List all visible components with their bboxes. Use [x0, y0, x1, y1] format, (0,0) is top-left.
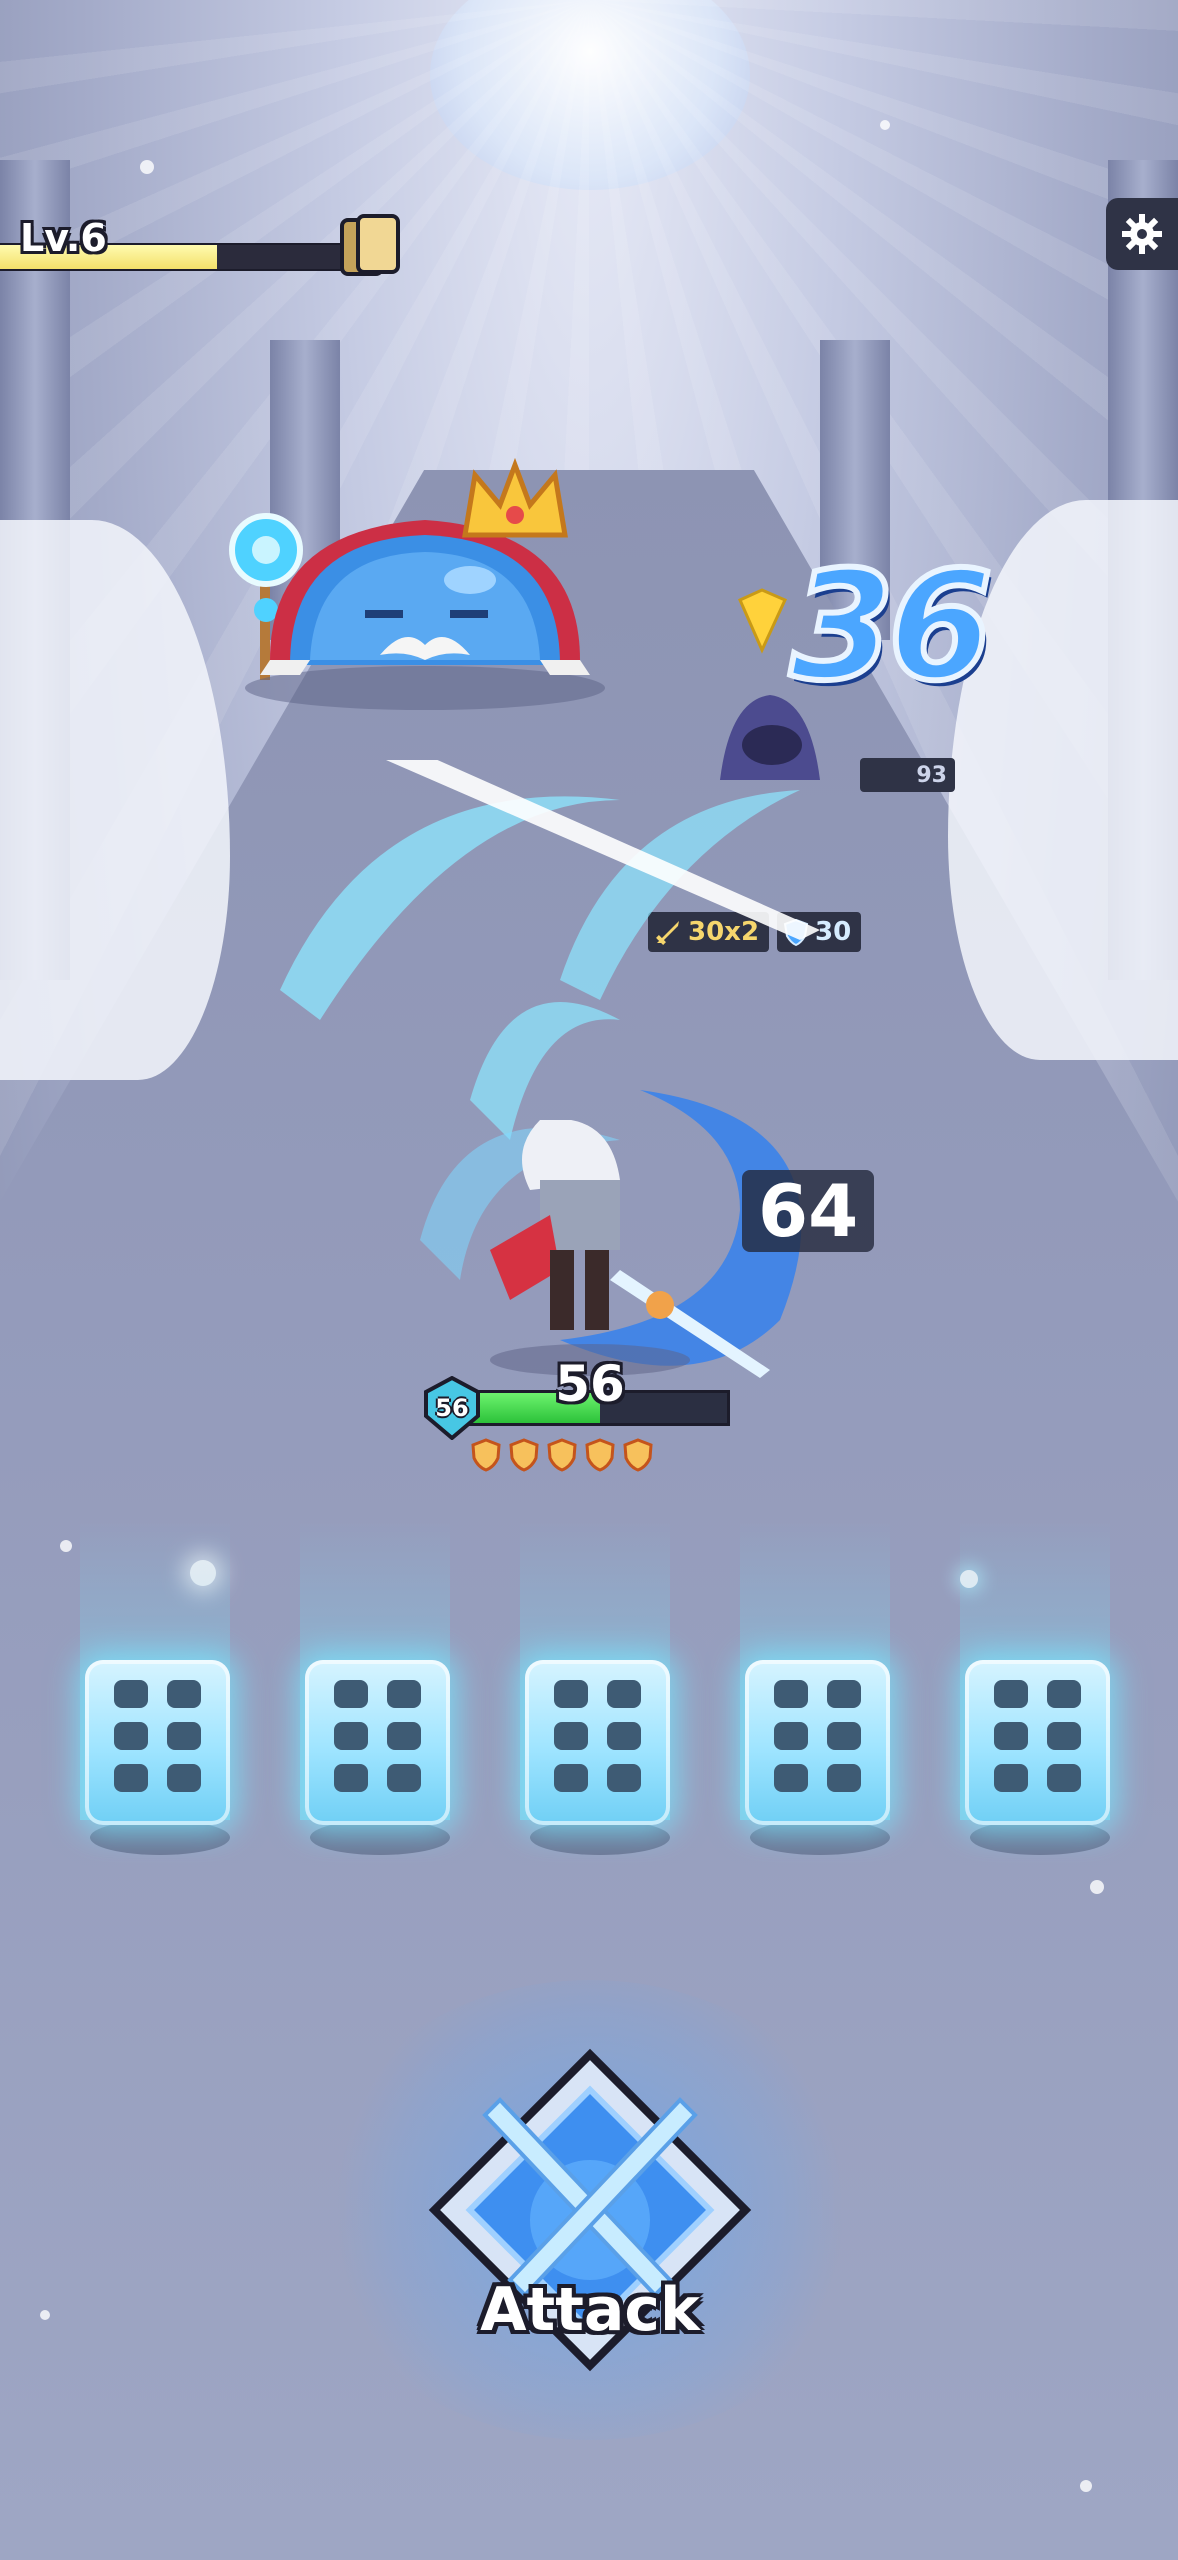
die-face — [107, 1680, 207, 1800]
level-label: Lv.6 — [20, 216, 107, 260]
armor-pip-icon — [585, 1438, 615, 1472]
die-5[interactable] — [945, 1520, 1125, 1870]
attack-button[interactable]: Attack — [310, 1980, 870, 2440]
armor-pip-icon — [471, 1438, 501, 1472]
boss-damage-number: 36 — [787, 537, 996, 717]
hero-hp-number: 56 — [555, 1355, 625, 1413]
die-pip — [386, 1680, 421, 1708]
hero-shield-value: 56 — [435, 1394, 469, 1422]
snowbank-left — [0, 520, 230, 1080]
die-pip — [553, 1722, 588, 1750]
die-2[interactable] — [285, 1520, 465, 1870]
die-face — [327, 1680, 427, 1800]
die-pip — [553, 1680, 588, 1708]
die-face — [767, 1680, 867, 1800]
snowflake — [880, 120, 890, 130]
die-shadow — [90, 1820, 230, 1855]
die-pip — [386, 1764, 421, 1792]
die-3[interactable] — [505, 1520, 685, 1870]
snowflake — [1080, 2480, 1092, 2492]
die-shadow — [310, 1820, 450, 1855]
die-pip — [993, 1680, 1028, 1708]
die-pip — [606, 1722, 641, 1750]
snowflake — [140, 160, 154, 174]
hero-damage-number: 64 — [742, 1169, 875, 1253]
die-pip — [1046, 1722, 1081, 1750]
die-pip — [113, 1680, 148, 1708]
die-shadow — [970, 1820, 1110, 1855]
armor-pip-icon — [623, 1438, 653, 1472]
die-face — [547, 1680, 647, 1800]
die-pip — [333, 1680, 368, 1708]
die-pip — [993, 1764, 1028, 1792]
die-pip — [606, 1764, 641, 1792]
armor-pips — [470, 1438, 654, 1472]
die-4[interactable] — [725, 1520, 905, 1870]
die-pip — [113, 1764, 148, 1792]
crown-icon — [462, 457, 568, 538]
die-pip — [166, 1764, 201, 1792]
die-pip — [333, 1722, 368, 1750]
die-pip — [826, 1764, 861, 1792]
moon — [430, 0, 750, 190]
die-shadow — [530, 1820, 670, 1855]
die-pip — [773, 1764, 808, 1792]
die-pip — [166, 1722, 201, 1750]
die-pip — [1046, 1680, 1081, 1708]
snowflake — [60, 1540, 72, 1552]
dice-row — [65, 1520, 1125, 1870]
snowflake — [40, 2310, 50, 2320]
die-pip — [606, 1680, 641, 1708]
die-pip — [553, 1764, 588, 1792]
attack-label: Attack — [480, 2275, 700, 2345]
settings-button[interactable] — [1106, 198, 1178, 270]
die-shadow — [750, 1820, 890, 1855]
die-pip — [113, 1722, 148, 1750]
hero-character — [490, 1120, 770, 1378]
die-pip — [386, 1722, 421, 1750]
hero-shield-badge: 56 — [420, 1375, 484, 1441]
die-pip — [826, 1680, 861, 1708]
card-deck-icon[interactable] — [334, 214, 406, 278]
armor-pip-icon — [509, 1438, 539, 1472]
die-pip — [773, 1722, 808, 1750]
battle-scene: 36 93 30x2 30 64 56 56 Lv.6 Attack — [0, 0, 1178, 2560]
die-face — [987, 1680, 1087, 1800]
armor-pip-icon — [547, 1438, 577, 1472]
gem-icon — [738, 588, 788, 654]
die-pip — [773, 1680, 808, 1708]
die-1[interactable] — [65, 1520, 245, 1870]
die-pip — [333, 1764, 368, 1792]
die-pip — [993, 1722, 1028, 1750]
die-pip — [166, 1680, 201, 1708]
die-pip — [1046, 1764, 1081, 1792]
gear-icon — [1122, 214, 1162, 254]
snowflake — [1090, 1880, 1104, 1894]
die-pip — [826, 1722, 861, 1750]
